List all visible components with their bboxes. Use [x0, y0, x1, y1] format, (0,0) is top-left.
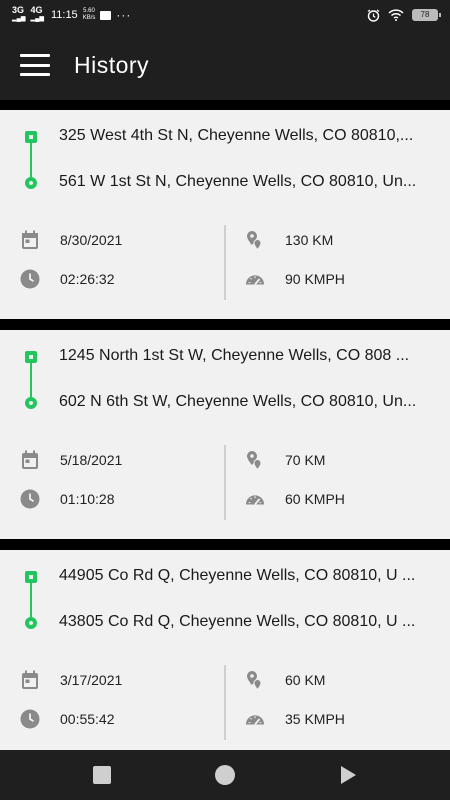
stats-divider [224, 225, 226, 300]
speedometer-icon [245, 269, 265, 289]
start-address: 44905 Co Rd Q, Cheyenne Wells, CO 80810,… [59, 567, 416, 584]
wifi-icon [388, 9, 404, 21]
trip-card[interactable]: 1245 North 1st St W, Cheyenne Wells, CO … [0, 330, 450, 539]
trip-date: 3/17/2021 [20, 670, 122, 690]
start-address: 1245 North 1st St W, Cheyenne Wells, CO … [59, 347, 410, 364]
trip-duration: 00:55:42 [20, 709, 115, 729]
trip-date: 5/18/2021 [20, 450, 122, 470]
trip-duration-value: 01:10:28 [60, 491, 115, 507]
end-marker-icon [25, 617, 37, 629]
trip-distance: 70 KM [245, 450, 325, 470]
start-marker-icon [25, 131, 37, 143]
trip-route: 44905 Co Rd Q, Cheyenne Wells, CO 80810,… [0, 550, 450, 650]
triangle-back-icon[interactable] [328, 755, 368, 795]
clock-icon [20, 269, 40, 289]
speedometer-icon [245, 709, 265, 729]
trip-card[interactable]: 325 West 4th St N, Cheyenne Wells, CO 80… [0, 110, 450, 319]
route-line [30, 363, 32, 399]
stats-divider [224, 665, 226, 740]
trip-duration-value: 02:26:32 [60, 271, 115, 287]
trip-distance: 60 KM [245, 670, 325, 690]
start-marker-icon [25, 351, 37, 363]
clock-icon [20, 489, 40, 509]
net-speed: 5.60 KB/s [82, 8, 96, 21]
trip-speed: 90 KMPH [245, 269, 345, 289]
trip-speed: 60 KMPH [245, 489, 345, 509]
trip-speed-value: 60 KMPH [285, 491, 345, 507]
trip-date-value: 3/17/2021 [60, 672, 123, 688]
start-address: 325 West 4th St N, Cheyenne Wells, CO 80… [59, 127, 414, 144]
hamburger-menu-icon[interactable] [20, 54, 50, 76]
end-address: 43805 Co Rd Q, Cheyenne Wells, CO 80810,… [59, 613, 416, 630]
end-address: 602 N 6th St W, Cheyenne Wells, CO 80810… [59, 393, 417, 410]
location-distance-icon [245, 230, 265, 250]
trip-distance-value: 130 KM [285, 232, 334, 248]
end-address: 561 W 1st St N, Cheyenne Wells, CO 80810… [59, 173, 417, 190]
clock-icon [20, 709, 40, 729]
calendar-icon [20, 670, 40, 690]
trip-duration: 02:26:32 [20, 269, 115, 289]
trip-distance-value: 70 KM [285, 452, 326, 468]
trip-card[interactable]: 44905 Co Rd Q, Cheyenne Wells, CO 80810,… [0, 550, 450, 750]
trip-speed-value: 90 KMPH [285, 271, 345, 287]
speedometer-icon [245, 489, 265, 509]
square-recents-icon[interactable] [82, 755, 122, 795]
trip-route: 325 West 4th St N, Cheyenne Wells, CO 80… [0, 110, 450, 210]
mail-notification-icon [100, 10, 112, 20]
signal-4g-indicator: 4G ▂▄▆ [30, 5, 44, 23]
calendar-icon [20, 450, 40, 470]
calendar-icon [20, 230, 40, 250]
trip-stats: 3/17/2021 00:55:42 60 KM 35 KMPH [0, 665, 450, 740]
location-distance-icon [245, 670, 265, 690]
trip-distance: 130 KM [245, 230, 333, 250]
location-distance-icon [245, 450, 265, 470]
battery-indicator: 78 [412, 9, 441, 21]
page-title: History [74, 51, 150, 78]
circle-home-icon[interactable] [205, 755, 245, 795]
trip-duration-value: 00:55:42 [60, 711, 115, 727]
trip-history-list[interactable]: 325 West 4th St N, Cheyenne Wells, CO 80… [0, 100, 450, 750]
trip-date-value: 8/30/2021 [60, 232, 123, 248]
trip-stats: 5/18/2021 01:10:28 70 KM 60 KMPH [0, 445, 450, 520]
route-line [30, 583, 32, 619]
app-bar: History [0, 30, 450, 100]
stats-divider [224, 445, 226, 520]
trip-date-value: 5/18/2021 [60, 452, 123, 468]
end-marker-icon [25, 397, 37, 409]
trip-stats: 8/30/2021 02:26:32 130 KM 90 KMPH [0, 225, 450, 300]
trip-speed: 35 KMPH [245, 709, 345, 729]
trip-route: 1245 North 1st St W, Cheyenne Wells, CO … [0, 330, 450, 430]
start-marker-icon [25, 571, 37, 583]
trip-date: 8/30/2021 [20, 230, 122, 250]
trip-speed-value: 35 KMPH [285, 711, 345, 727]
more-notifications-icon: ··· [116, 8, 132, 22]
alarm-icon [367, 8, 380, 22]
trip-distance-value: 60 KM [285, 672, 326, 688]
status-time: 11:15 [50, 9, 78, 21]
route-line [30, 143, 32, 179]
signal-3g-indicator: 3G ▂▄▆ [12, 5, 26, 23]
end-marker-icon [25, 177, 37, 189]
system-navigation-bar [0, 750, 450, 800]
trip-duration: 01:10:28 [20, 489, 115, 509]
status-bar: 3G ▂▄▆ 4G ▂▄▆ 11:15 5.60 KB/s ··· 78 [0, 0, 450, 30]
